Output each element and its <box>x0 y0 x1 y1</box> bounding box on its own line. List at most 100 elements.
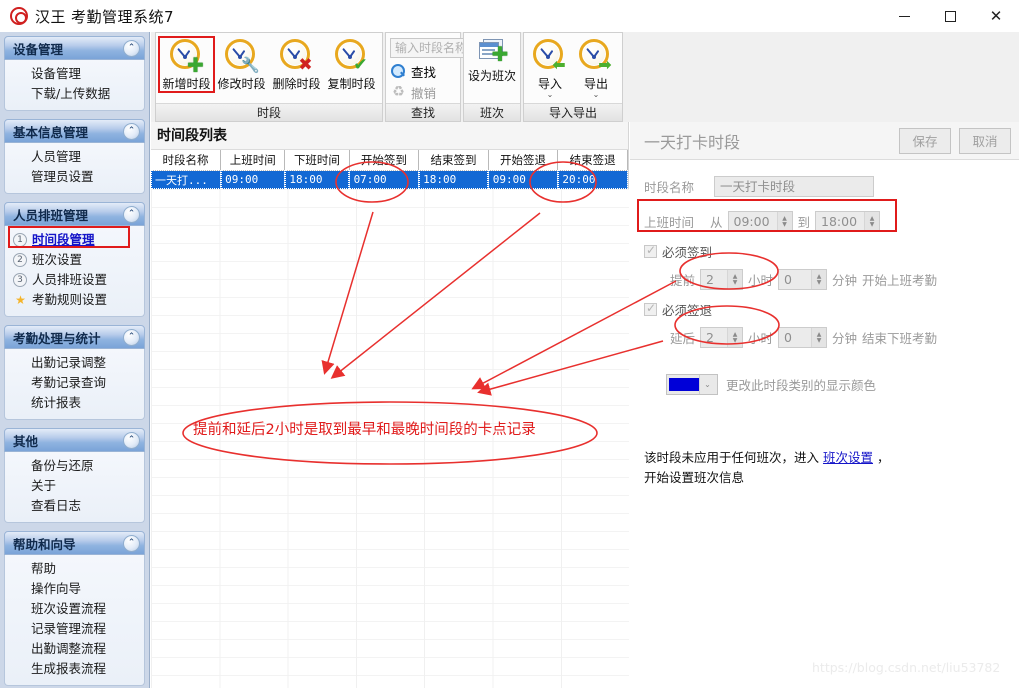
sidebar-group-header-other[interactable]: 其他 ⌃ <box>4 428 145 452</box>
chevron-up-icon[interactable]: ⌃ <box>123 122 140 140</box>
export-button[interactable]: ➡ 导出 ⌄ <box>573 37 619 99</box>
sidebar-item-download-upload[interactable]: 下载/上传数据 <box>5 84 144 104</box>
shift-settings-link[interactable]: 班次设置 <box>823 450 873 465</box>
sidebar-item-shift-setup-flow[interactable]: 班次设置流程 <box>5 599 144 619</box>
sidebar-group-header-scheduling[interactable]: 人员排班管理 ⌃ <box>4 202 145 226</box>
cell-work-start[interactable]: 09:00 <box>220 170 286 189</box>
close-button[interactable]: ✕ <box>973 0 1019 32</box>
ribbon-group-caption: 导入导出 <box>524 103 622 121</box>
display-color-picker[interactable]: ⌄ <box>666 374 718 395</box>
undo-button[interactable]: ♻ 撤销 <box>388 82 458 102</box>
chevron-up-icon[interactable]: ⌃ <box>123 205 140 223</box>
column-header-checkin-start[interactable]: 开始签到 <box>349 150 420 171</box>
chevron-down-icon[interactable]: ⌄ <box>593 91 600 99</box>
detail-panel-title: 一天打卡时段 <box>644 132 741 152</box>
sidebar-group-header-device[interactable]: 设备管理 ⌃ <box>4 36 145 60</box>
work-start-time-spinner[interactable]: 09:00 ▲ ▼ <box>727 211 793 232</box>
column-header-checkout-start[interactable]: 开始签退 <box>488 150 559 171</box>
set-as-shift-button[interactable]: ✚ 设为班次 <box>467 37 517 84</box>
cancel-button[interactable]: 取消 <box>959 127 1011 154</box>
checkout-minutes-spinner[interactable]: 0 ▲ ▼ <box>778 327 828 348</box>
sidebar-item-device-management[interactable]: 设备管理 <box>5 64 144 84</box>
app-logo-icon <box>10 7 28 25</box>
add-time-period-button[interactable]: ✚ 新增时段 <box>158 36 215 93</box>
clock-delete-icon: ✖ <box>279 39 314 73</box>
sidebar-group-header-attendance-stats[interactable]: 考勤处理与统计 ⌃ <box>4 325 145 349</box>
must-checkout-checkbox[interactable] <box>644 301 657 316</box>
column-header-name[interactable]: 时段名称 <box>151 150 222 171</box>
maximize-button[interactable] <box>927 0 973 32</box>
sidebar-item-attendance-record-adjust[interactable]: 出勤记录调整 <box>5 353 144 373</box>
sidebar-item-label: 生成报表流程 <box>31 661 107 676</box>
clock-export-icon: ➡ <box>579 39 613 73</box>
spinner-arrows-icon[interactable]: ▲ ▼ <box>727 328 743 347</box>
sidebar-item-attendance-record-query[interactable]: 考勤记录查询 <box>5 373 144 393</box>
table-row[interactable]: 一天打... 09:00 18:00 07:00 18:00 09:00 20:… <box>151 170 628 189</box>
work-end-time-spinner[interactable]: 18:00 ▲ ▼ <box>815 211 881 232</box>
sidebar-item-record-management-flow[interactable]: 记录管理流程 <box>5 619 144 639</box>
sidebar-group-header-help[interactable]: 帮助和向导 ⌃ <box>4 531 145 555</box>
minimize-button[interactable] <box>881 0 927 32</box>
import-button[interactable]: ⬅ 导入 ⌄ <box>527 37 573 99</box>
work-time-row: 上班时间 从 09:00 ▲ ▼ 到 18:00 ▲ ▼ <box>644 211 1019 232</box>
sidebar-group-header-basic-info[interactable]: 基本信息管理 ⌃ <box>4 119 145 143</box>
save-button[interactable]: 保存 <box>899 127 951 154</box>
button-label: 设为班次 <box>467 69 516 83</box>
sidebar-item-statistics-report[interactable]: 统计报表 <box>5 393 144 413</box>
sidebar-item-admin-settings[interactable]: 管理员设置 <box>5 167 144 187</box>
sidebar-group-body-other: 备份与还原 关于 查看日志 <box>4 452 145 523</box>
cell-checkin-start[interactable]: 07:00 <box>349 170 420 189</box>
column-header-checkout-end[interactable]: 结束签退 <box>557 150 628 171</box>
spinner-arrows-icon[interactable]: ▲ ▼ <box>727 270 743 289</box>
sidebar-item-label: 记录管理流程 <box>31 621 107 636</box>
sidebar-item-backup-restore[interactable]: 备份与还原 <box>5 456 144 476</box>
column-header-work-end[interactable]: 下班时间 <box>284 150 350 171</box>
chevron-down-icon[interactable]: ⌄ <box>699 375 715 394</box>
sidebar-item-personnel-scheduling[interactable]: 3 人员排班设置 <box>5 270 144 290</box>
must-checkin-checkbox[interactable] <box>644 243 657 258</box>
chevron-up-icon[interactable]: ⌃ <box>123 328 140 346</box>
sidebar-item-view-log[interactable]: 查看日志 <box>5 496 144 516</box>
spinner-arrows-icon[interactable]: ▲ ▼ <box>811 270 827 289</box>
cell-checkout-start[interactable]: 09:00 <box>488 170 559 189</box>
must-checkin-row[interactable]: 必须签到 <box>644 242 1019 261</box>
chevron-up-icon[interactable]: ⌃ <box>123 431 140 449</box>
chevron-up-icon[interactable]: ⌃ <box>123 534 140 552</box>
copy-time-period-button[interactable]: ✔ 复制时段 <box>324 37 379 92</box>
detail-form: 时段名称 一天打卡时段 上班时间 从 09:00 ▲▼ 到 18:00 ▲▼ <box>630 160 1019 485</box>
cell-checkin-end[interactable]: 18:00 <box>418 170 489 189</box>
sidebar-item-shift-settings[interactable]: 2 班次设置 <box>5 250 144 270</box>
shift-note-line1: 该时段未应用于任何班次，进入 班次设置 ， <box>644 448 889 468</box>
column-header-work-start[interactable]: 上班时间 <box>220 150 286 171</box>
sidebar-item-about[interactable]: 关于 <box>5 476 144 496</box>
sidebar-item-label: 备份与还原 <box>31 458 94 473</box>
sidebar-item-personnel-management[interactable]: 人员管理 <box>5 147 144 167</box>
column-header-checkin-end[interactable]: 结束签到 <box>418 150 489 171</box>
chevron-up-icon[interactable]: ⌃ <box>123 39 140 57</box>
cell-checkout-end[interactable]: 20:00 <box>557 170 628 189</box>
cell-work-end[interactable]: 18:00 <box>284 170 350 189</box>
checkin-minutes-spinner[interactable]: 0 ▲ ▼ <box>778 269 828 290</box>
must-checkout-row[interactable]: 必须签退 <box>644 300 1019 319</box>
checkin-hours-spinner[interactable]: 2 ▲ ▼ <box>700 269 744 290</box>
sidebar-item-help[interactable]: 帮助 <box>5 559 144 579</box>
edit-time-period-button[interactable]: 🔧 修改时段 <box>214 37 269 92</box>
checkout-tail-label: 结束下班考勤 <box>862 331 938 346</box>
sidebar-group-scheduling: 人员排班管理 ⌃ 1 时间段管理 2 班次设置 3 人员排班设置 ★ 考勤规则设… <box>4 202 145 317</box>
button-label: 复制时段 <box>327 77 376 91</box>
time-period-name-input[interactable]: 一天打卡时段 <box>714 176 874 197</box>
find-button[interactable]: 查找 <box>388 61 458 81</box>
delete-time-period-button[interactable]: ✖ 删除时段 <box>269 37 324 92</box>
spinner-arrows-icon[interactable]: ▲ ▼ <box>776 212 792 231</box>
spinner-arrows-icon[interactable]: ▲ ▼ <box>864 212 880 231</box>
chevron-down-icon[interactable]: ⌄ <box>547 91 554 99</box>
cell-name[interactable]: 一天打... <box>151 170 222 189</box>
time-period-table[interactable]: 时段名称 上班时间 下班时间 开始签到 结束签到 开始签退 结束签退 一天打..… <box>151 150 628 189</box>
sidebar-item-report-generation-flow[interactable]: 生成报表流程 <box>5 659 144 679</box>
spinner-arrows-icon[interactable]: ▲ ▼ <box>811 328 827 347</box>
sidebar-item-attendance-rules[interactable]: ★ 考勤规则设置 <box>5 290 144 310</box>
sidebar-item-time-period-management[interactable]: 1 时间段管理 <box>5 230 144 250</box>
checkout-hours-spinner[interactable]: 2 ▲ ▼ <box>700 327 744 348</box>
sidebar-item-attendance-adjust-flow[interactable]: 出勤调整流程 <box>5 639 144 659</box>
sidebar-item-operation-guide[interactable]: 操作向导 <box>5 579 144 599</box>
